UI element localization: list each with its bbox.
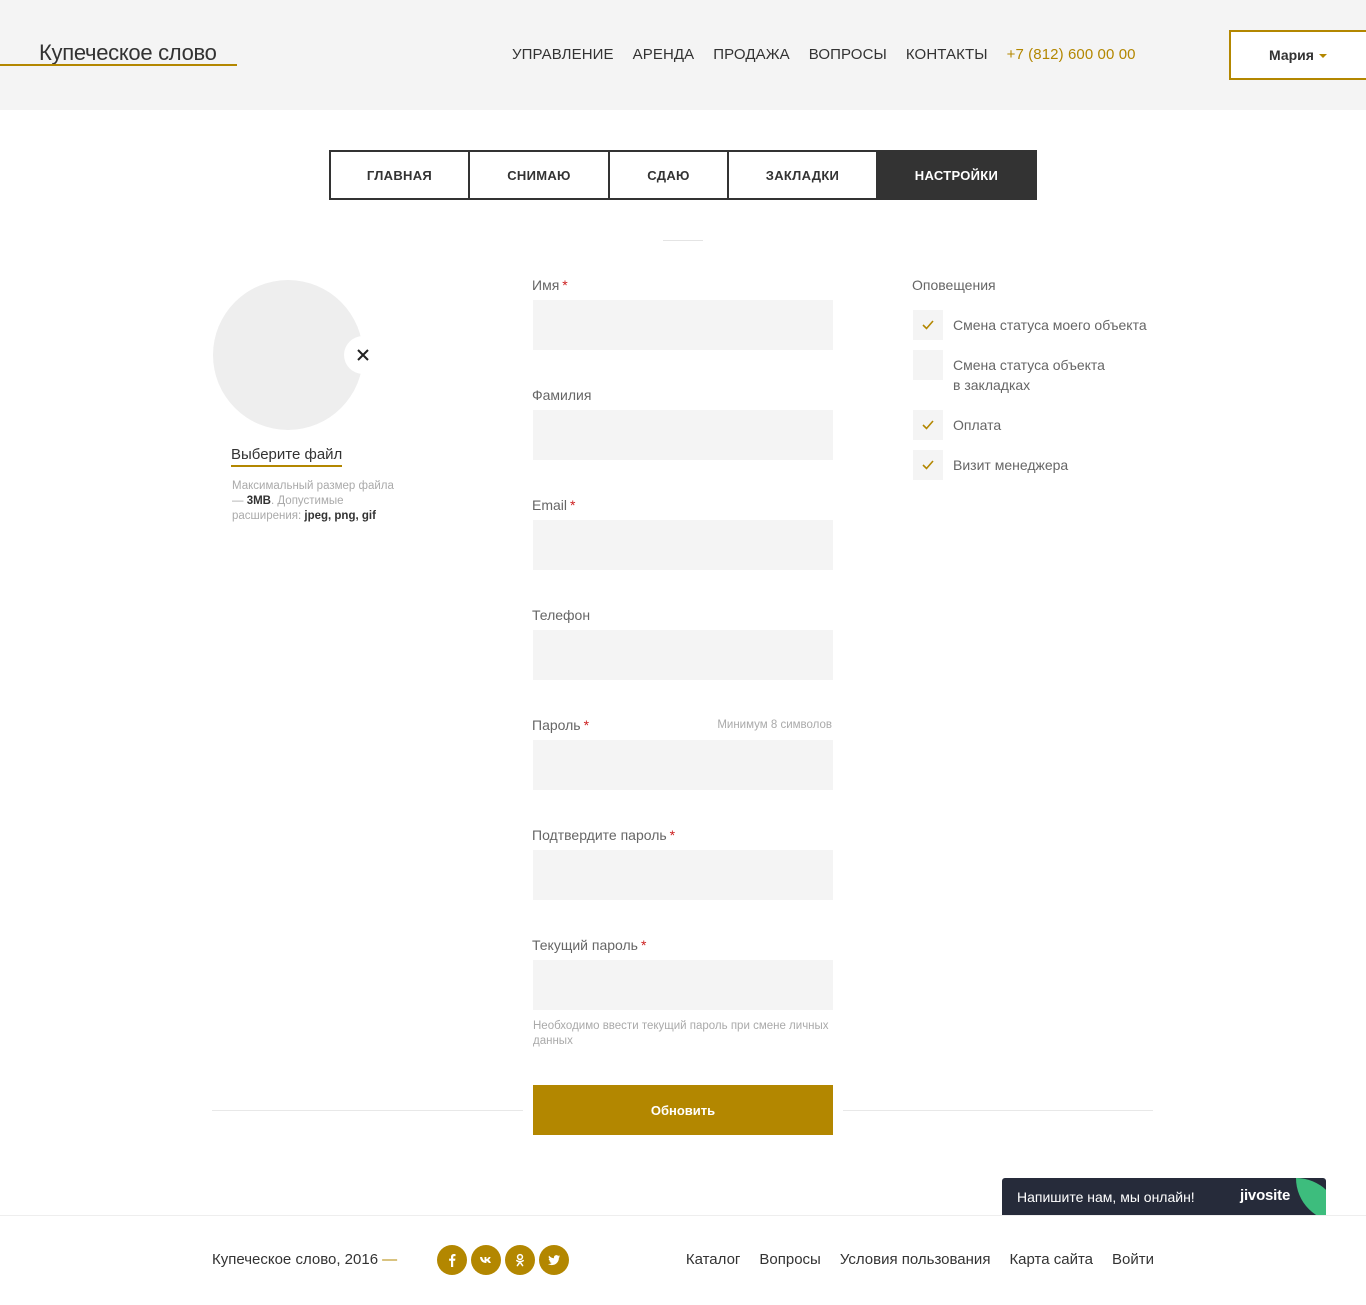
checkbox-label: Смена статуса моего объекта [953,317,1147,333]
checkbox[interactable] [913,350,943,380]
phone-link[interactable]: +7 (812) 600 00 00 [1007,46,1136,63]
avatar-placeholder [213,280,363,430]
tab-leasing[interactable]: СДАЮ [610,152,729,198]
footer-link-login[interactable]: Войти [1112,1251,1154,1268]
tab-bookmarks[interactable]: ЗАКЛАДКИ [729,152,878,198]
social-links [437,1245,569,1275]
nav-item-rent[interactable]: АРЕНДА [633,46,695,63]
notification-option[interactable]: Визит менеджера [913,450,1163,480]
tab-settings[interactable]: НАСТРОЙКИ [878,152,1035,198]
nav-item-faq[interactable]: ВОПРОСЫ [809,46,887,63]
vk-icon[interactable] [471,1245,501,1275]
footer-link-sitemap[interactable]: Карта сайта [1009,1251,1093,1268]
nav-item-management[interactable]: УПРАВЛЕНИЕ [512,46,614,63]
notification-option[interactable]: Оплата [913,410,1163,440]
first-name-input[interactable] [533,300,833,350]
check-icon [922,460,934,470]
site-logo[interactable]: Купеческое слово [39,40,217,66]
checkbox-label: Смена статуса объекта в закладках [953,357,1105,393]
notifications-title: Оповещения [912,277,996,293]
checkbox[interactable] [913,410,943,440]
chevron-down-icon [1318,54,1327,59]
account-tabs: ГЛАВНАЯ СНИМАЮ СДАЮ ЗАКЛАДКИ НАСТРОЙКИ [329,150,1037,200]
chat-prompt: Напишите нам, мы онлайн! [1017,1189,1195,1205]
close-icon [357,349,369,361]
current-password-label: Текущий пароль * [532,937,647,953]
main-nav: УПРАВЛЕНИЕ АРЕНДА ПРОДАЖА ВОПРОСЫ КОНТАК… [512,46,1136,63]
current-password-field[interactable] [533,960,833,1010]
tab-renting[interactable]: СНИМАЮ [470,152,610,198]
email-label: Email * [532,497,576,513]
user-menu-button[interactable]: Мария [1229,30,1366,80]
nav-item-sale[interactable]: ПРОДАЖА [713,46,790,63]
section-divider [663,240,703,241]
password-label: Пароль * [532,717,590,733]
file-hint: Максимальный размер файла — 3MB. Допусти… [232,480,394,522]
footer-link-catalog[interactable]: Каталог [686,1251,741,1268]
site-header: Купеческое слово УПРАВЛЕНИЕ АРЕНДА ПРОДА… [0,0,1366,110]
first-name-label: Имя * [532,277,568,293]
password-field[interactable] [533,740,833,790]
twitter-icon[interactable] [539,1245,569,1275]
checkbox[interactable] [913,450,943,480]
footer-divider [0,1215,1366,1216]
checkbox-label: Визит менеджера [953,457,1069,473]
password-hint: Минимум 8 символов [717,719,832,731]
tab-main[interactable]: ГЛАВНАЯ [331,152,470,198]
leaf-icon [1296,1178,1326,1216]
checkbox-label: Оплата [953,417,1002,433]
logo-underline [0,64,237,66]
confirm-password-label: Подтвердите пароль * [532,827,676,843]
confirm-password-field[interactable] [533,850,833,900]
last-name-label: Фамилия [532,387,592,403]
current-password-note: Необходимо ввести текущий пароль при сме… [533,1020,829,1047]
choose-file-link[interactable]: Выберите файл [231,446,343,467]
phone-label: Телефон [532,607,591,623]
remove-avatar-button[interactable] [344,336,382,374]
nav-item-contacts[interactable]: КОНТАКТЫ [906,46,988,63]
check-icon [922,320,934,330]
phone-field[interactable] [533,630,833,680]
facebook-icon[interactable] [437,1245,467,1275]
footer-link-terms[interactable]: Условия пользования [840,1251,991,1268]
check-icon [922,420,934,430]
user-name: Мария [1269,47,1314,63]
divider-left [212,1110,523,1111]
divider-right [843,1110,1153,1111]
notification-option[interactable]: Смена статуса моего объекта [913,310,1163,340]
jivosite-logo: jivosite [1240,1187,1291,1204]
odnoklassniki-icon[interactable] [505,1245,535,1275]
chat-widget[interactable]: Напишите нам, мы онлайн! jivosite [1002,1178,1326,1216]
footer-links: Каталог Вопросы Условия пользования Карт… [686,1251,1154,1268]
email-field[interactable] [533,520,833,570]
footer-link-faq[interactable]: Вопросы [759,1251,820,1268]
notification-option[interactable]: Смена статуса объекта в закладках [913,350,1113,395]
copyright: Купеческое слово, 2016— [212,1251,398,1268]
checkbox[interactable] [913,310,943,340]
update-button[interactable]: Обновить [533,1085,833,1135]
last-name-input[interactable] [533,410,833,460]
